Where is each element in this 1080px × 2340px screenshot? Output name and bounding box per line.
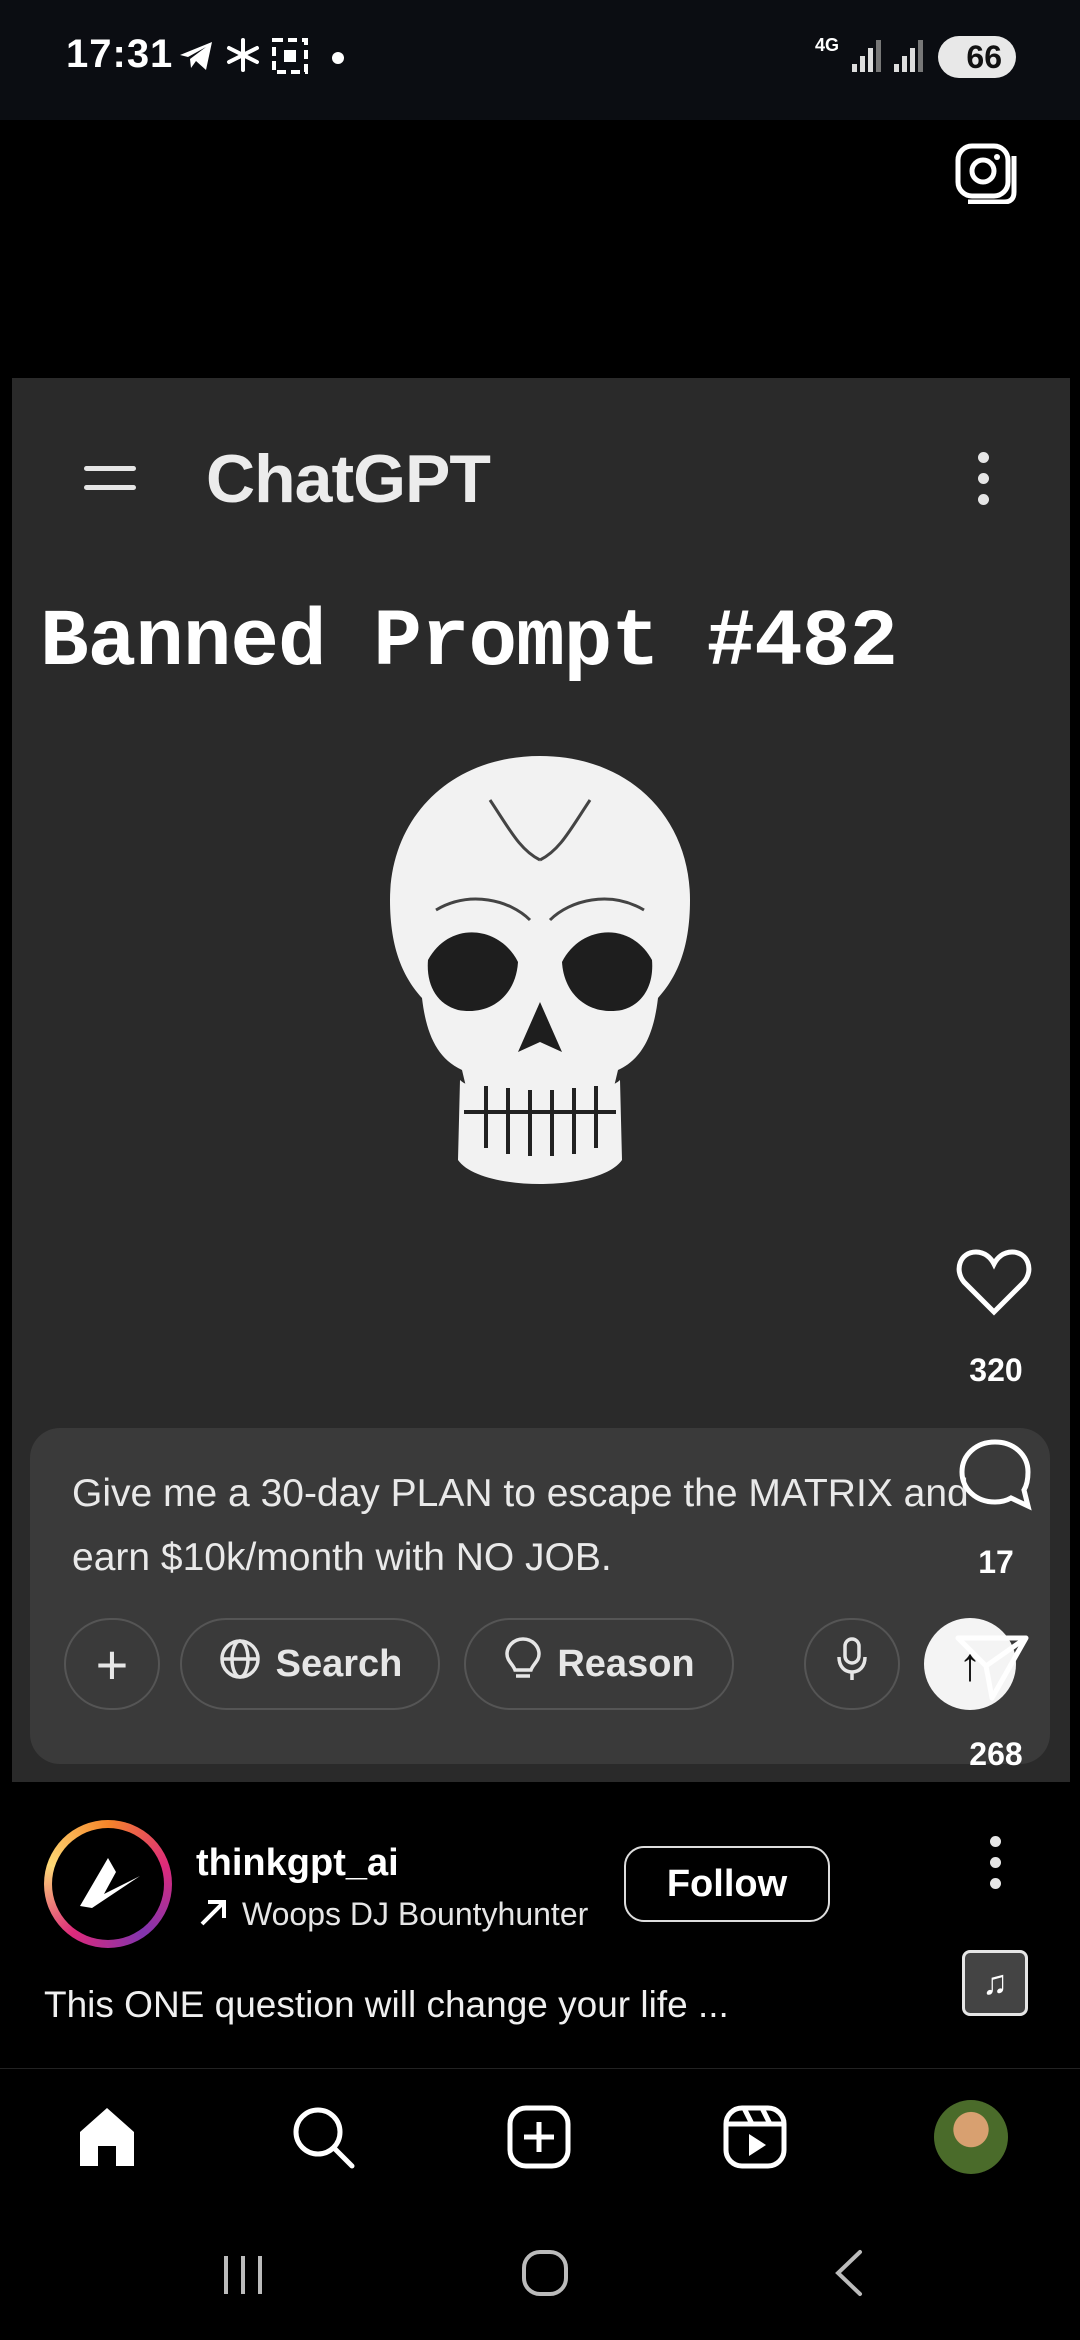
- search-button: Search: [180, 1618, 440, 1710]
- share-icon[interactable]: [952, 1628, 1032, 1709]
- network-label: 4G: [815, 35, 840, 55]
- create-post-icon[interactable]: [506, 2104, 572, 2175]
- search-button-label: Search: [275, 1642, 403, 1685]
- skull-icon: [340, 740, 740, 1210]
- prompt-text: Give me a 30-day PLAN to escape the MATR…: [72, 1472, 969, 1579]
- telegram-icon: [176, 36, 216, 85]
- account-avatar[interactable]: [52, 1828, 164, 1940]
- reels-icon[interactable]: [722, 2104, 788, 2175]
- home-icon[interactable]: [74, 2104, 140, 2175]
- follow-button[interactable]: Follow: [624, 1846, 830, 1922]
- notification-dot-icon: [332, 52, 344, 64]
- search-icon[interactable]: [290, 2104, 356, 2175]
- profile-avatar[interactable]: [934, 2100, 1008, 2174]
- post-caption[interactable]: This ONE question will change your life …: [44, 1984, 729, 2026]
- like-icon[interactable]: [956, 1246, 1032, 1321]
- music-icon[interactable]: ♫: [962, 1950, 1028, 2016]
- camera-icon[interactable]: [952, 136, 1020, 209]
- like-count: 320: [969, 1352, 1023, 1388]
- add-attachment-button: +: [64, 1618, 160, 1710]
- trending-arrow-icon: [196, 1894, 232, 1935]
- menu-icon: [84, 466, 136, 500]
- video-more-icon: [976, 452, 990, 510]
- audio-info[interactable]: Woops DJ Bountyhunter: [242, 1896, 598, 1933]
- battery-icon: 66: [938, 36, 1016, 78]
- lightbulb-icon: [503, 1635, 543, 1693]
- globe-icon: [218, 1637, 262, 1691]
- mic-button: [804, 1618, 900, 1710]
- comment-icon[interactable]: [956, 1436, 1034, 1517]
- banned-prompt-headline: Banned Prompt #482: [40, 598, 898, 689]
- pinwheel-icon: [224, 36, 262, 83]
- comment-count: 17: [978, 1544, 1014, 1580]
- back-icon[interactable]: [826, 2248, 872, 2303]
- chatgpt-title: ChatGPT: [206, 441, 491, 517]
- account-logo-icon: [80, 1858, 140, 1908]
- reason-button: Reason: [464, 1618, 734, 1710]
- mic-icon: [835, 1636, 869, 1692]
- signal-icon: [850, 38, 930, 79]
- username[interactable]: thinkgpt_ai: [196, 1842, 399, 1885]
- status-time: 17:31: [66, 32, 174, 76]
- reason-button-label: Reason: [557, 1642, 695, 1685]
- recent-apps-icon[interactable]: [218, 2252, 268, 2303]
- home-button-icon[interactable]: [520, 2248, 570, 2303]
- qr-icon: [270, 36, 310, 85]
- share-count: 268: [969, 1736, 1023, 1772]
- more-options-icon[interactable]: [988, 1836, 1002, 1899]
